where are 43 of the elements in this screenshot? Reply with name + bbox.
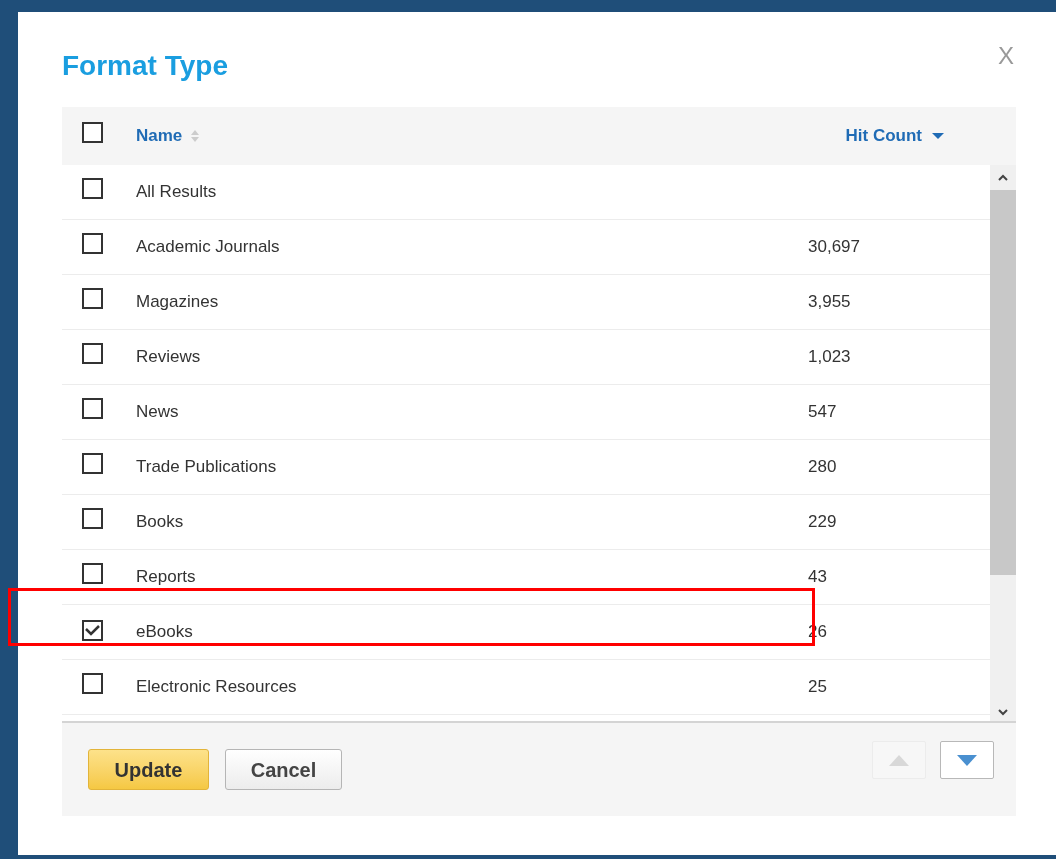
row-name: Reports <box>136 566 197 589</box>
cancel-button[interactable]: Cancel <box>225 749 342 790</box>
hit-count: 547 <box>808 401 838 424</box>
checkbox[interactable] <box>82 453 103 474</box>
column-header[interactable]: Hit Count <box>845 123 922 149</box>
up-triangle-icon <box>889 754 909 766</box>
down-triangle-icon <box>957 754 977 766</box>
caret-icon[interactable] <box>932 132 944 140</box>
row-name: Academic Journals <box>136 236 281 259</box>
checkbox[interactable] <box>82 563 103 584</box>
checkbox[interactable] <box>82 620 103 641</box>
checkbox[interactable] <box>82 508 103 529</box>
row-name: Reviews <box>136 346 202 369</box>
row-name: Magazines <box>136 291 220 314</box>
row-name: eBooks <box>136 621 194 644</box>
row-name: Electronic Resources <box>136 676 298 699</box>
checkbox[interactable] <box>82 178 103 199</box>
close-button[interactable]: X <box>998 44 1014 68</box>
page-down-button[interactable] <box>940 741 994 779</box>
checkbox[interactable] <box>82 288 103 309</box>
row-name: Books <box>136 511 185 534</box>
scroll-up-icon[interactable] <box>997 173 1009 183</box>
hit-count: 229 <box>808 511 838 534</box>
scrollbar[interactable] <box>990 165 1016 721</box>
checkbox[interactable] <box>82 343 103 364</box>
hit-count: 280 <box>808 456 838 479</box>
row-name: All Results <box>136 181 218 204</box>
checkbox[interactable] <box>82 233 103 254</box>
hit-count: 43 <box>808 566 828 589</box>
scrollbar-thumb[interactable] <box>990 190 1016 575</box>
dialog-title: Format Type <box>62 49 228 83</box>
checkbox[interactable] <box>82 398 103 419</box>
update-button[interactable]: Update <box>88 749 209 790</box>
scroll-down-icon[interactable] <box>997 707 1009 717</box>
column-header[interactable]: Name <box>136 123 183 149</box>
row-name: Trade Publications <box>136 456 278 479</box>
hit-count: 1,023 <box>808 346 852 369</box>
checkbox[interactable] <box>82 673 103 694</box>
hit-count: 3,955 <box>808 291 852 314</box>
hit-count: 25 <box>808 676 828 699</box>
hit-count: 30,697 <box>808 236 861 259</box>
checkbox[interactable] <box>82 122 103 143</box>
row-name: News <box>136 401 180 424</box>
